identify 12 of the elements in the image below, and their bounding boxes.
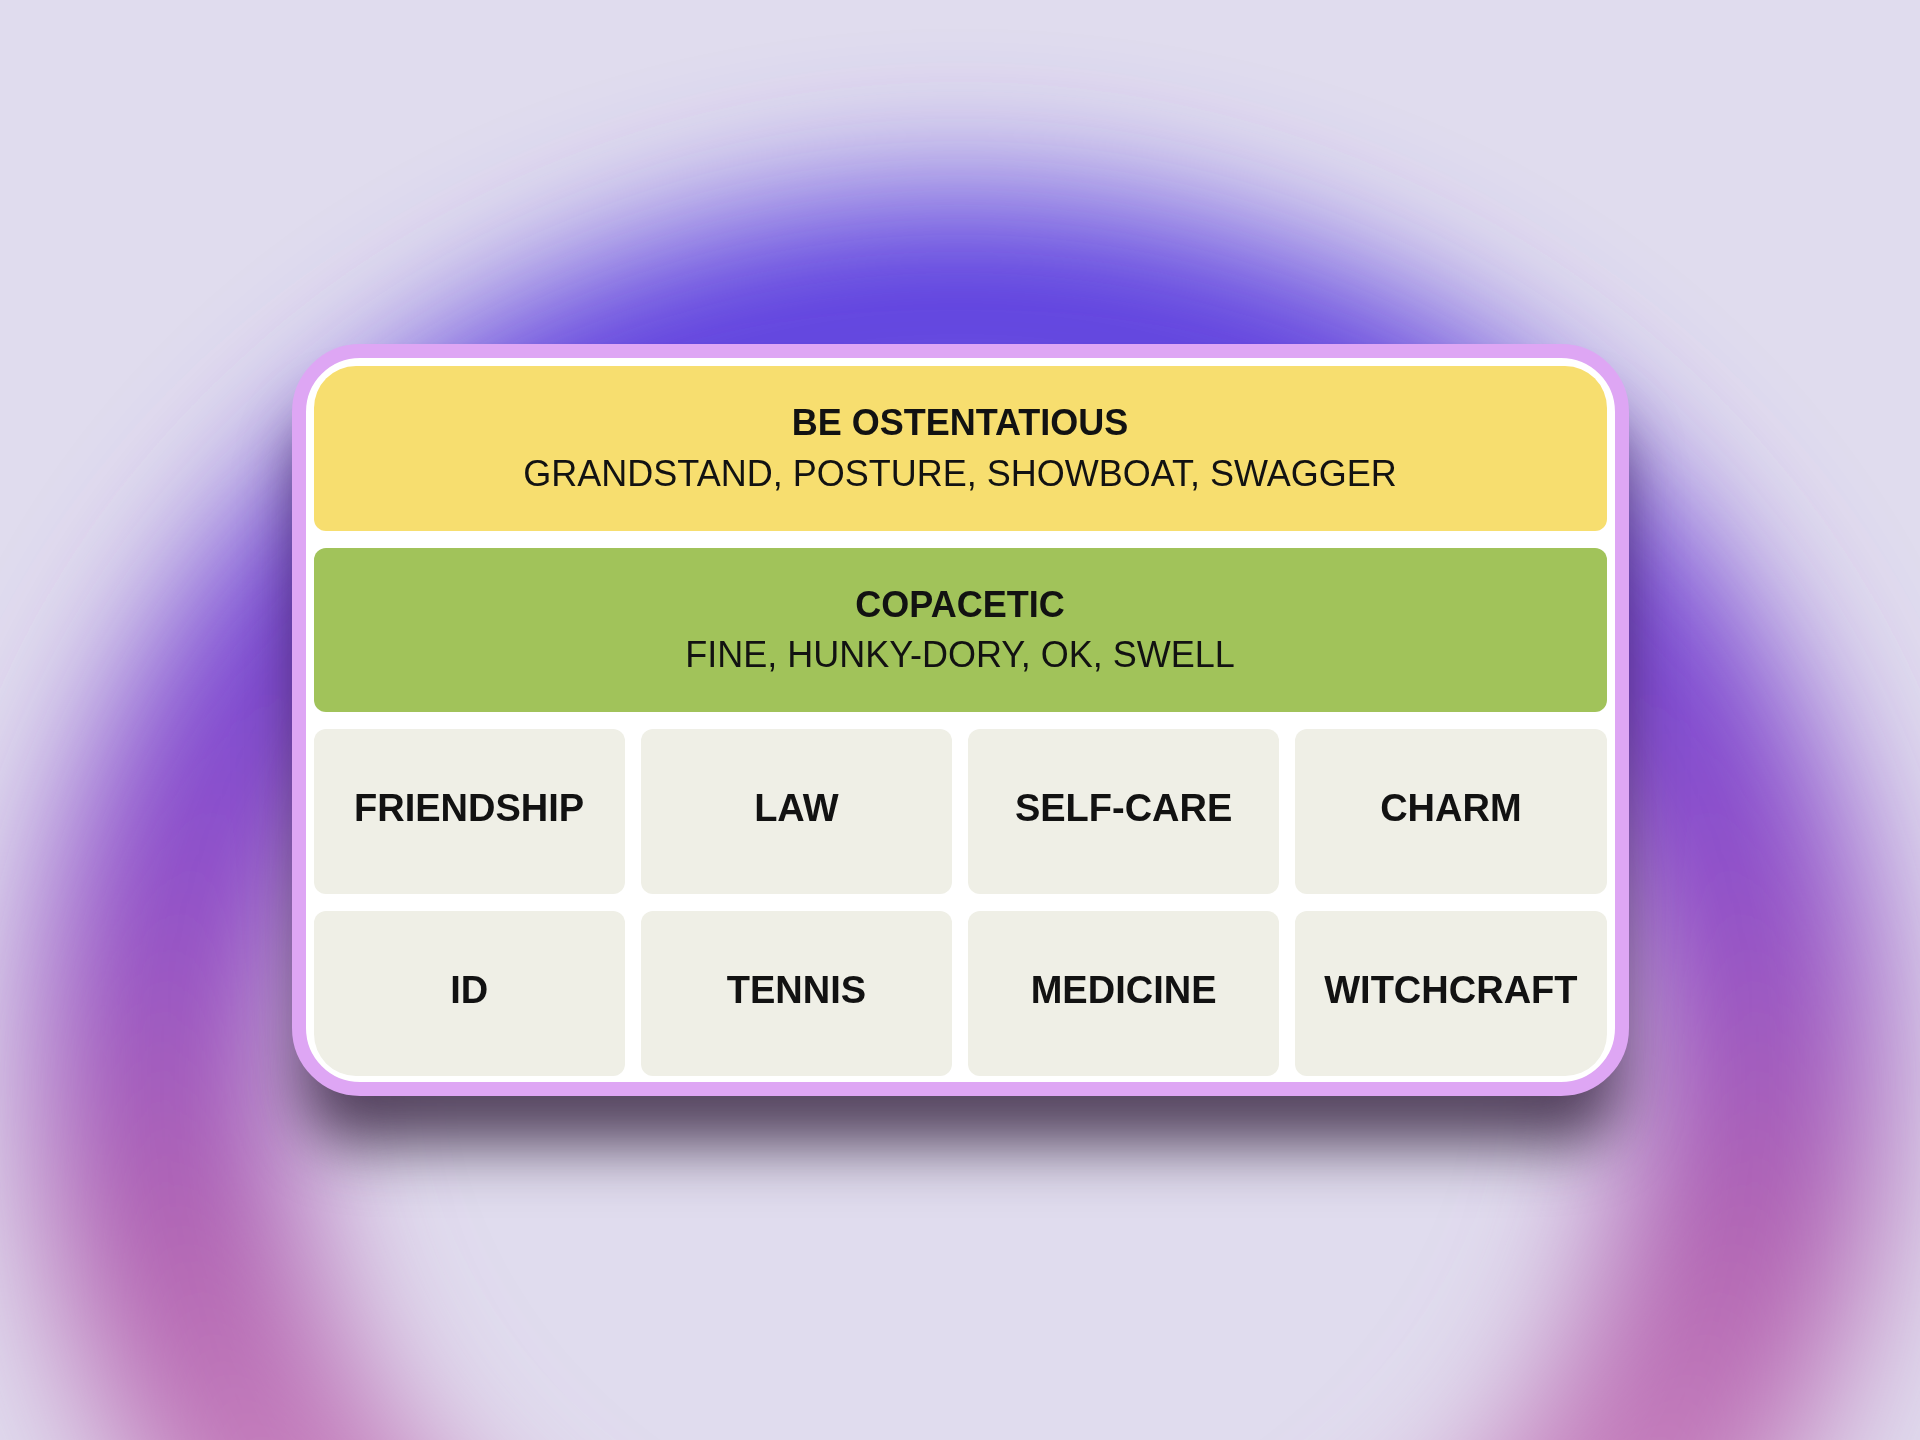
word-tile[interactable]: FRIENDSHIP: [313, 729, 625, 894]
word-tile[interactable]: MEDICINE: [968, 911, 1280, 1076]
word-tile[interactable]: LAW: [640, 729, 952, 894]
word-tile[interactable]: CHARM: [1295, 729, 1607, 894]
group-title: COPACETIC: [855, 582, 1065, 627]
word-tile[interactable]: TENNIS: [640, 911, 952, 1076]
group-words: FINE, HUNKY-DORY, OK, SWELL: [685, 633, 1235, 677]
word-tile[interactable]: SELF-CARE: [968, 729, 1280, 894]
group-words: GRANDSTAND, POSTURE, SHOWBOAT, SWAGGER: [523, 451, 1397, 496]
word-tile[interactable]: WITCHCRAFT: [1295, 911, 1607, 1076]
word-tile[interactable]: ID: [313, 911, 625, 1076]
group-title: BE OSTENTATIOUS: [791, 401, 1129, 446]
